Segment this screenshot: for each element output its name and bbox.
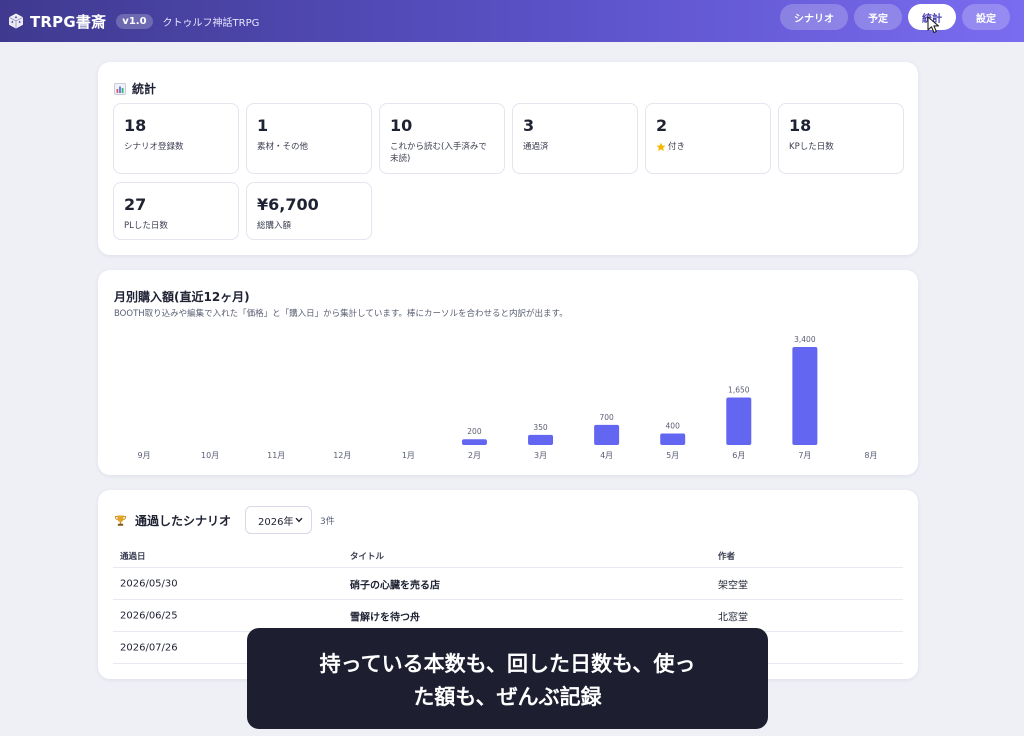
x-tick-label: 4月	[600, 451, 613, 460]
chart-bar[interactable]	[792, 347, 818, 445]
stat-to-read-count: 10 これから読む(入手済みで未読)	[379, 103, 505, 174]
stat-kp-days: 18 KPした日数	[778, 103, 904, 174]
stat-passed-count: 3 通過済	[512, 103, 638, 174]
scenario-count: 3件	[320, 516, 335, 527]
mouse-cursor-icon	[927, 16, 940, 34]
monthly-chart-card: 9月 10月 11月 12月 1月 200 2月 350 3月 700 4月 400 5月 1,650 6月…	[98, 270, 918, 475]
main-nav: シナリオ 予定 統計 設定	[780, 4, 1010, 30]
dice-icon	[9, 13, 23, 29]
chart-title: 月別購入額(直近12ヶ月)	[114, 290, 250, 304]
x-tick-label: 5月	[666, 451, 679, 460]
bar-data-label: 3,400	[794, 335, 816, 344]
bar-data-label: 700	[599, 413, 614, 422]
column-date[interactable]: 通過日	[120, 550, 146, 562]
column-title[interactable]: タイトル	[350, 550, 384, 562]
bar-data-label: 200	[467, 427, 482, 436]
version-badge: v1.0	[116, 13, 153, 29]
stat-material-count: 1 素材・その他	[246, 103, 372, 174]
x-tick-label: 6月	[732, 451, 745, 460]
x-tick-label: 8月	[864, 451, 877, 460]
nav-scenario-button[interactable]: シナリオ	[780, 4, 848, 30]
chevron-down-icon	[295, 517, 303, 523]
chart-description: BOOTH取り込みや編集で入れた「価格」と「購入日」から集計しています。棒にカー…	[114, 309, 568, 319]
scenario-title: 通過したシナリオ	[135, 513, 232, 528]
chart-bar[interactable]	[726, 397, 752, 445]
brand-title: TRPG書斎	[30, 12, 107, 31]
caption-line-2: た額も、ぜんぶ記録	[413, 685, 602, 709]
column-author[interactable]: 作者	[718, 550, 735, 562]
star-icon	[656, 142, 666, 151]
chart-bar[interactable]	[660, 433, 686, 445]
chart-bar[interactable]	[594, 424, 620, 445]
year-select[interactable]: 2026年	[245, 506, 313, 534]
x-tick-label: 10月	[201, 451, 219, 460]
bar-data-label: 400	[666, 421, 681, 430]
stat-total-spent: ¥6,700 総購入額	[246, 182, 372, 240]
chart-bar[interactable]	[528, 434, 554, 445]
chart-bar[interactable]	[461, 439, 487, 445]
bar-data-label: 350	[533, 423, 548, 432]
x-tick-label: 11月	[267, 451, 285, 460]
x-tick-label: 9月	[137, 451, 150, 460]
stat-scenario-count: 18 シナリオ登録数	[113, 103, 239, 174]
caption-overlay: 持っている本数も、回した日数も、使っ た額も、ぜんぶ記録	[247, 628, 768, 729]
app-header: TRPG書斎 v1.0 クトゥルフ神話TRPG シナリオ 予定 統計 設定	[0, 0, 1024, 42]
nav-schedule-button[interactable]: 予定	[854, 4, 902, 30]
trophy-icon	[115, 515, 126, 526]
bar-data-label: 1,650	[728, 385, 750, 394]
brand[interactable]: TRPG書斎	[8, 11, 106, 32]
caption-line-1: 持っている本数も、回した日数も、使っ	[319, 652, 696, 676]
x-tick-label: 2月	[468, 451, 481, 460]
x-tick-label: 12月	[333, 451, 351, 460]
nav-settings-button[interactable]: 設定	[962, 4, 1010, 30]
scenario-header: 通過したシナリオ 2026年 3件	[114, 506, 335, 534]
bar-chart-icon	[114, 82, 126, 95]
x-tick-label: 3月	[534, 451, 547, 460]
stats-card: 統計 18 シナリオ登録数 1 素材・その他 10 これから読む(入手済みで未読…	[98, 62, 918, 255]
stats-title: 統計	[114, 80, 156, 97]
x-tick-label: 1月	[402, 451, 415, 460]
stat-starred-count: 2 付き	[645, 103, 771, 174]
app-subtitle: クトゥルフ神話TRPG	[162, 17, 260, 29]
table-row[interactable]: 2026/05/30 硝子の心臓を売る店 架空堂	[113, 568, 903, 600]
x-tick-label: 7月	[798, 451, 811, 460]
stat-pl-days: 27 PLした日数	[113, 182, 239, 240]
table-header: 通過日 タイトル 作者	[113, 544, 903, 568]
